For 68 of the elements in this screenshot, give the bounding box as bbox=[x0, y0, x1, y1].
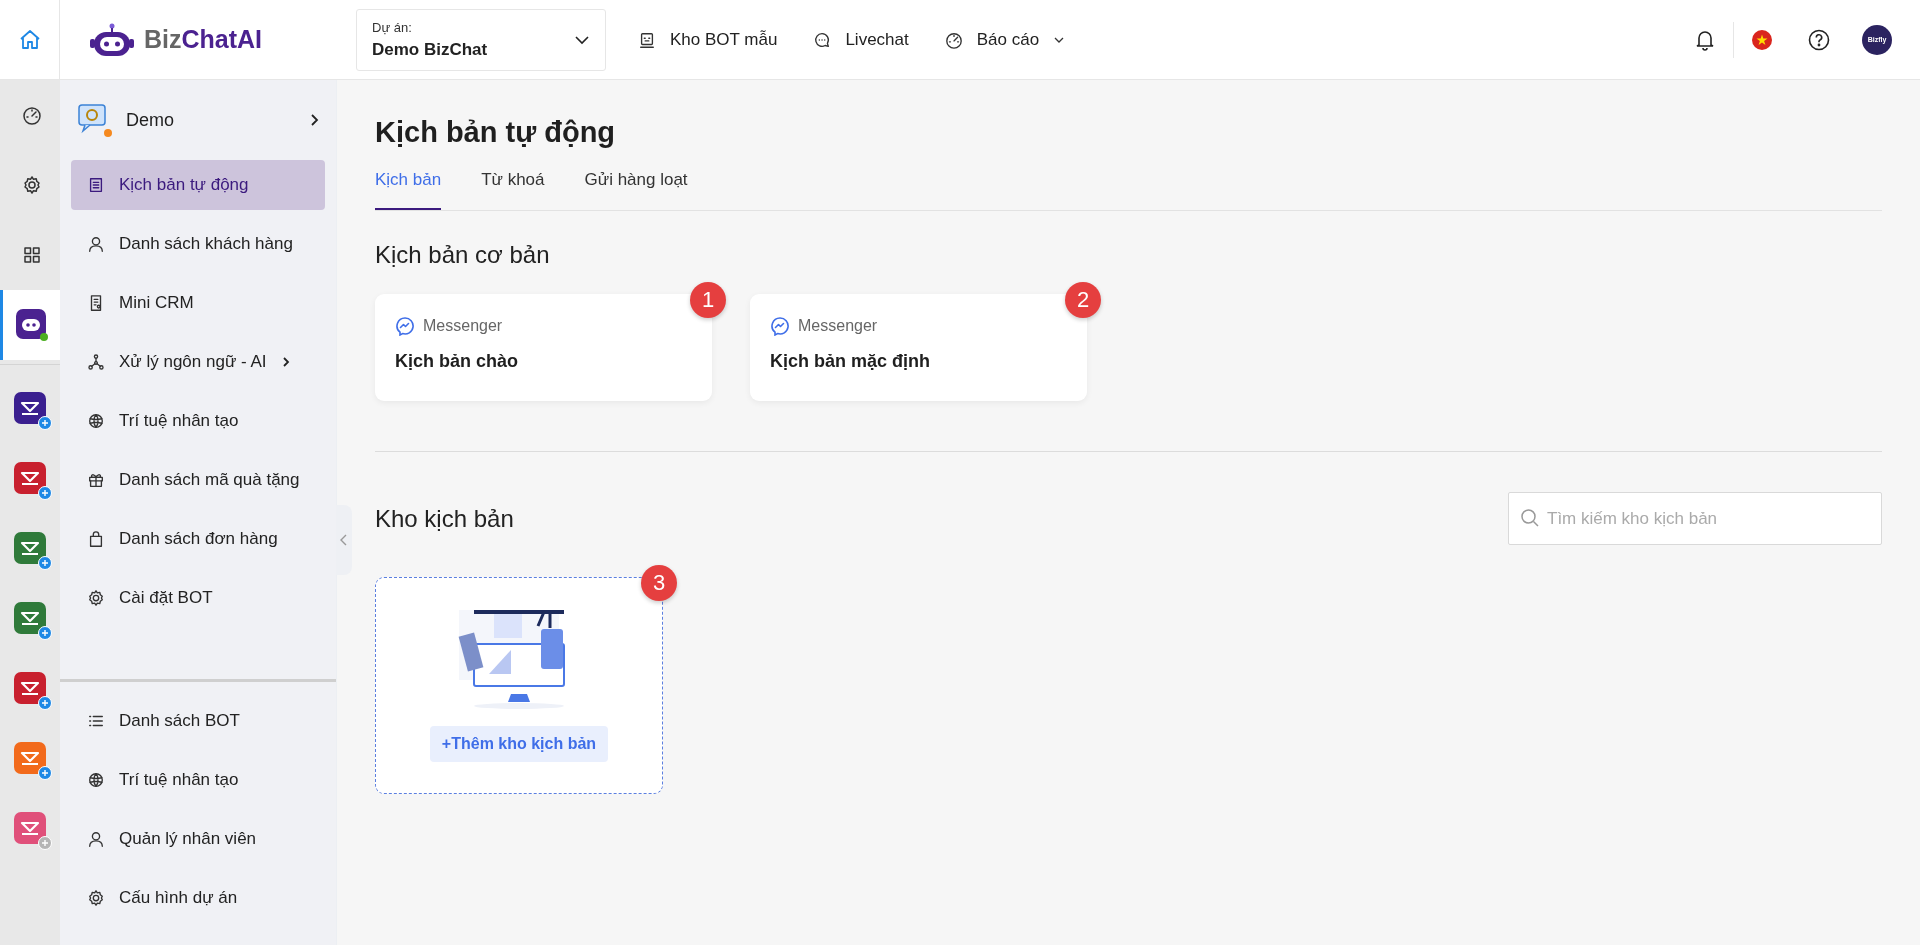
tab[interactable]: Kịch bản bbox=[375, 170, 442, 210]
section-heading: Kịch bản cơ bản bbox=[375, 241, 551, 269]
chevron-right-icon bbox=[308, 113, 320, 127]
gift-icon bbox=[87, 471, 105, 489]
brand-logo-text: BizChatAI bbox=[144, 25, 263, 54]
sidebar-item[interactable]: Danh sách BOT bbox=[71, 696, 325, 746]
plus-badge-icon[interactable] bbox=[38, 486, 52, 500]
sidebar-item[interactable]: Cài đặt BOT bbox=[71, 573, 325, 623]
robot-icon bbox=[638, 30, 656, 49]
app-icon[interactable] bbox=[14, 602, 46, 634]
sidebar-item[interactable]: Mini CRM bbox=[71, 278, 325, 328]
bot-settings-icon bbox=[78, 103, 112, 137]
search-field[interactable]: Tìm kiếm kho kịch bản bbox=[1508, 492, 1882, 545]
vietnam-flag-icon[interactable] bbox=[1752, 29, 1772, 50]
app-icon[interactable] bbox=[14, 672, 46, 704]
gauge-icon bbox=[944, 30, 963, 49]
user-icon bbox=[87, 830, 105, 848]
sidebar-item[interactable]: Danh sách đơn hàng bbox=[71, 514, 325, 564]
app-icon[interactable] bbox=[14, 392, 46, 424]
list-icon bbox=[87, 176, 105, 194]
card-title: Kịch bản mặc định bbox=[770, 351, 932, 372]
step-badge: 2 bbox=[1065, 282, 1101, 318]
collapse-handle[interactable] bbox=[336, 505, 352, 575]
plus-badge-icon[interactable] bbox=[38, 696, 52, 710]
robot-logo-icon bbox=[90, 21, 134, 58]
settings-icon bbox=[87, 589, 105, 607]
settings-icon bbox=[87, 889, 105, 907]
nav-link[interactable]: Kho BOT mẫu bbox=[634, 23, 782, 56]
user-icon bbox=[87, 235, 105, 253]
channel-label: Messenger bbox=[798, 317, 878, 335]
project-selector[interactable]: Dự án: Demo BizChat bbox=[356, 8, 606, 71]
page-title: Kịch bản tự động bbox=[375, 116, 617, 149]
sidebar-item[interactable]: Danh sách mã quà tặng bbox=[71, 455, 325, 505]
chat-bubble-icon bbox=[813, 30, 832, 49]
network-icon bbox=[87, 353, 105, 371]
sidebar-item[interactable]: Xử lý ngôn ngữ - AI bbox=[71, 337, 325, 387]
sidebar-item[interactable]: Danh sách khách hàng bbox=[71, 219, 325, 269]
section-heading: Kho kịch bản bbox=[375, 504, 514, 533]
sidebar-item[interactable]: Quản lý nhân viên bbox=[71, 814, 325, 864]
grid-icon bbox=[21, 245, 42, 265]
tab[interactable]: Gửi hàng loạt bbox=[584, 170, 688, 210]
nav-link[interactable]: Báo cáo bbox=[940, 23, 1070, 56]
plus-badge-icon[interactable] bbox=[38, 626, 52, 640]
channel-label: Messenger bbox=[423, 317, 503, 335]
app-icon[interactable] bbox=[14, 532, 46, 564]
bot-selector[interactable]: Demo bbox=[60, 80, 336, 160]
tab[interactable]: Từ khoá bbox=[481, 170, 545, 210]
step-badge: 1 bbox=[690, 282, 726, 318]
sidebar-item[interactable]: Cấu hình dự án bbox=[71, 873, 325, 923]
messenger-icon bbox=[770, 316, 790, 336]
sidebar-item[interactable]: Kịch bản tự động bbox=[71, 160, 325, 210]
gauge-icon bbox=[21, 105, 42, 125]
help-icon[interactable] bbox=[1808, 28, 1830, 51]
settings-icon bbox=[21, 175, 42, 195]
card-title: Kịch bản chào bbox=[395, 351, 520, 372]
nav-link[interactable]: Livechat bbox=[809, 23, 913, 56]
messenger-icon bbox=[395, 316, 415, 336]
bot-app-icon bbox=[15, 309, 48, 341]
add-store-button[interactable]: +Thêm kho kịch bản bbox=[429, 726, 609, 762]
step-badge: 3 bbox=[641, 565, 677, 601]
shopping-bag-icon bbox=[87, 530, 105, 548]
bell-icon[interactable] bbox=[1695, 28, 1715, 51]
chevron-left-icon bbox=[340, 534, 348, 546]
app-icon[interactable] bbox=[14, 462, 46, 494]
sidebar-item[interactable]: Trí tuệ nhân tạo bbox=[71, 755, 325, 805]
sidebar-item[interactable]: Trí tuệ nhân tạo bbox=[71, 396, 325, 446]
plus-badge-icon[interactable] bbox=[38, 556, 52, 570]
plus-badge-icon[interactable] bbox=[38, 416, 52, 430]
